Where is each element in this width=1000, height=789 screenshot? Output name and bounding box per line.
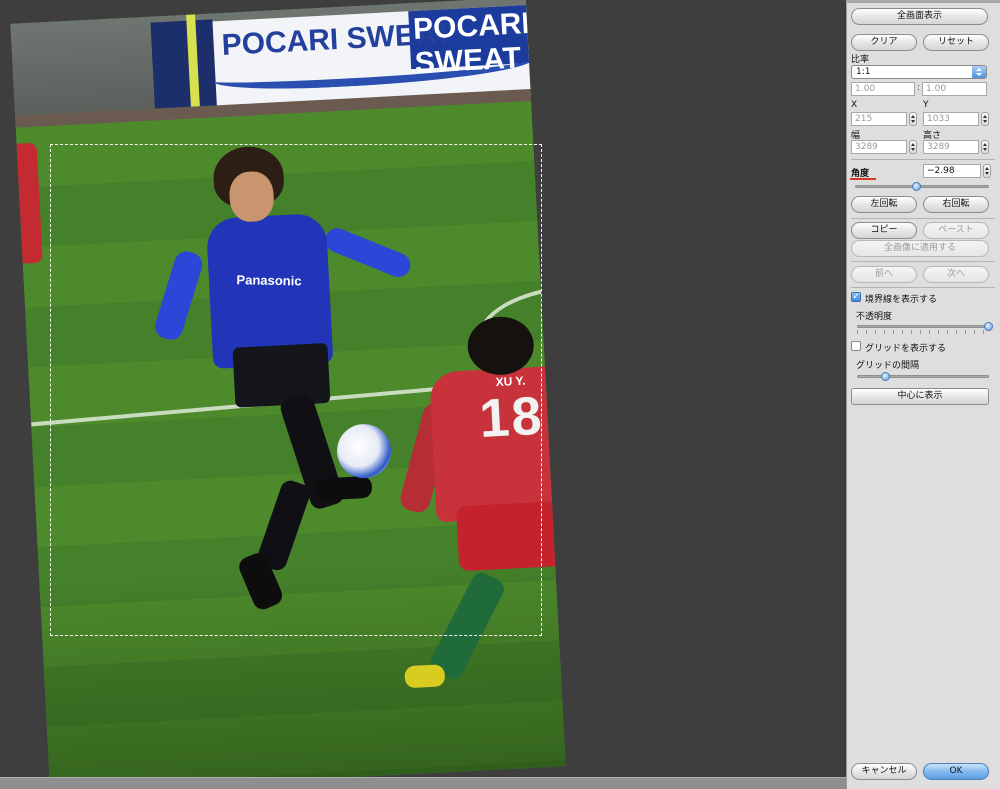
opacity-ticks — [857, 330, 987, 334]
separator — [851, 287, 995, 288]
x-stepper[interactable] — [909, 112, 917, 126]
advertising-text-alt: POCARI SWEAT — [412, 6, 531, 80]
y-label: Y — [923, 100, 929, 110]
paste-button[interactable]: ペースト — [923, 222, 989, 239]
show-grid-checkbox[interactable] — [851, 341, 861, 351]
rotate-left-button[interactable]: 左回転 — [851, 196, 917, 213]
ratio-select[interactable]: 1:1 — [851, 65, 987, 79]
grid-spacing-slider[interactable] — [857, 375, 989, 378]
grid-spacing-slider-knob[interactable] — [881, 372, 891, 381]
opacity-slider-knob[interactable] — [984, 322, 993, 331]
angle-slider[interactable] — [855, 185, 989, 188]
separator — [851, 218, 995, 219]
separator — [851, 159, 995, 160]
y-field[interactable]: 1033 — [923, 112, 979, 126]
copy-button[interactable]: コピー — [851, 222, 917, 239]
separator — [851, 261, 995, 262]
player-red-boot — [404, 664, 446, 689]
x-label: X — [851, 100, 858, 110]
opacity-slider[interactable] — [857, 325, 989, 328]
angle-stepper[interactable] — [983, 164, 991, 178]
ratio-label: 比率 — [851, 55, 870, 65]
select-arrows-icon — [972, 66, 986, 78]
canvas-bottom-bar — [0, 777, 846, 789]
reset-button[interactable]: リセット — [923, 34, 989, 51]
y-stepper[interactable] — [981, 112, 989, 126]
rotate-right-button[interactable]: 右回転 — [923, 196, 989, 213]
ratio-separator: : — [917, 83, 921, 93]
advertising-board-left — [150, 19, 218, 115]
next-button[interactable]: 次へ — [923, 266, 989, 283]
width-stepper[interactable] — [909, 140, 917, 154]
ratio-width-field[interactable]: 1.00 — [851, 82, 915, 96]
show-grid-label: グリッドを表示する — [865, 344, 947, 354]
crop-inspector-panel: 全画面表示 クリア リセット 比率 1:1 1.00 : 1.00 X Y 21… — [846, 3, 1000, 789]
apply-all-button[interactable]: 全画像に適用する — [851, 240, 989, 257]
x-field[interactable]: 215 — [851, 112, 907, 126]
width-field[interactable]: 3289 — [851, 140, 907, 154]
angle-highlight-marker — [850, 178, 876, 180]
ratio-height-field[interactable]: 1.00 — [922, 82, 987, 96]
ratio-select-value: 1:1 — [856, 67, 871, 77]
opacity-label: 不透明度 — [856, 312, 893, 322]
angle-field[interactable]: −2.98 — [923, 164, 981, 178]
show-border-checkbox[interactable]: ✓ — [851, 292, 861, 302]
crop-rectangle[interactable] — [50, 144, 542, 636]
height-stepper[interactable] — [981, 140, 989, 154]
clear-button[interactable]: クリア — [851, 34, 917, 51]
fullscreen-button[interactable]: 全画面表示 — [851, 8, 988, 25]
crop-canvas[interactable]: POCARI SWEAT POCARI SWEAT Panasonic XU Y… — [0, 0, 846, 789]
cancel-button[interactable]: キャンセル — [851, 763, 917, 780]
height-field[interactable]: 3289 — [923, 140, 979, 154]
center-view-button[interactable]: 中心に表示 — [851, 388, 989, 405]
ok-button[interactable]: OK — [923, 763, 989, 780]
grid-spacing-label: グリッドの間隔 — [856, 361, 920, 371]
previous-button[interactable]: 前へ — [851, 266, 917, 283]
angle-slider-knob[interactable] — [911, 182, 921, 191]
show-border-label: 境界線を表示する — [865, 295, 938, 305]
